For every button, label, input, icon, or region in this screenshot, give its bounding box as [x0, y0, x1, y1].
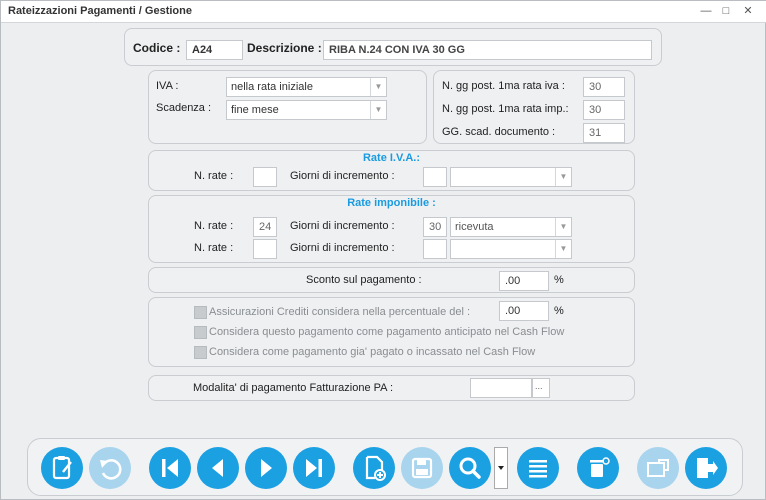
anticipato-checkbox[interactable]	[194, 326, 207, 339]
previous-record-icon	[212, 459, 223, 477]
clipboard-edit-icon	[52, 456, 72, 480]
fatturazione-panel: Modalita' di pagamento Fatturazione PA :…	[148, 375, 635, 401]
title-bar: Rateizzazioni Pagamenti / Gestione — □ ✕	[1, 1, 766, 23]
new-button[interactable]	[41, 447, 83, 489]
codice-field[interactable]: A24	[186, 40, 243, 60]
rate-imp-row1-giorni-field[interactable]: 30	[423, 217, 447, 237]
next-record-icon	[261, 459, 272, 477]
rate-imp-row2-n-rate-label: N. rate :	[194, 242, 234, 254]
gg-post-imp-label: N. gg post. 1ma rata imp.:	[442, 103, 569, 115]
search-icon	[459, 457, 481, 479]
scadenza-select-value: fine mese	[231, 104, 279, 116]
chevron-down-icon[interactable]: ▼	[555, 240, 571, 258]
sconto-field[interactable]: .00	[499, 271, 549, 291]
header-panel: Codice : A24 Descrizione : RIBA N.24 CON…	[124, 28, 662, 66]
scadenza-label: Scadenza :	[156, 102, 212, 114]
rate-imp-row2-giorni-field[interactable]	[423, 239, 447, 259]
chevron-down-icon[interactable]: ▼	[370, 101, 386, 119]
save-icon	[411, 457, 433, 479]
first-record-button[interactable]	[149, 447, 191, 489]
sconto-label: Sconto sul pagamento :	[306, 274, 422, 286]
undo-button[interactable]	[89, 447, 131, 489]
move-button[interactable]	[637, 447, 679, 489]
window-title: Rateizzazioni Pagamenti / Gestione	[8, 5, 192, 17]
pagato-checkbox[interactable]	[194, 346, 207, 359]
fatturazione-label: Modalita' di pagamento Fatturazione PA :	[193, 382, 394, 394]
caret-down-icon	[498, 466, 504, 470]
previous-record-button[interactable]	[197, 447, 239, 489]
assicurazioni-checkbox[interactable]	[194, 306, 207, 319]
rate-iva-n-rate-label: N. rate :	[194, 170, 234, 182]
move-icon	[647, 459, 669, 477]
giorni-posticipo-panel: N. gg post. 1ma rata iva : 30 N. gg post…	[433, 70, 635, 144]
gg-post-iva-field[interactable]: 30	[583, 77, 625, 97]
cash-flow-panel: Assicurazioni Crediti considera nella pe…	[148, 297, 635, 367]
rate-imp-row1-n-rate-label: N. rate :	[194, 220, 234, 232]
maximize-icon[interactable]: □	[718, 4, 734, 18]
scadenza-select[interactable]: fine mese ▼	[226, 100, 387, 120]
fatturazione-lookup-button[interactable]: ...	[532, 378, 550, 398]
list-button[interactable]	[517, 447, 559, 489]
rate-imponibile-title: Rate imponibile :	[347, 197, 436, 209]
rate-imponibile-panel: Rate imponibile : N. rate : 24 Giorni di…	[148, 195, 635, 263]
iva-scadenza-panel: IVA : nella rata iniziale ▼ Scadenza : f…	[148, 70, 427, 144]
gg-post-imp-field[interactable]: 30	[583, 100, 625, 120]
codice-label: Codice :	[133, 41, 181, 55]
search-button[interactable]	[449, 447, 491, 489]
last-record-button[interactable]	[293, 447, 335, 489]
undo-icon	[100, 459, 122, 480]
gg-post-iva-label: N. gg post. 1ma rata iva :	[442, 80, 565, 92]
exit-button[interactable]	[685, 447, 727, 489]
rate-imp-row2-giorni-label: Giorni di incremento :	[290, 242, 395, 254]
assicurazioni-unit: %	[554, 305, 564, 317]
window: Rateizzazioni Pagamenti / Gestione — □ ✕…	[0, 0, 766, 500]
search-dropdown[interactable]	[494, 447, 508, 489]
rate-iva-tipo-select[interactable]: ▼	[450, 167, 572, 187]
rate-imp-row1-n-rate-field[interactable]: 24	[253, 217, 277, 237]
iva-select[interactable]: nella rata iniziale ▼	[226, 77, 387, 97]
save-button[interactable]	[401, 447, 443, 489]
copy-record-icon	[365, 455, 386, 481]
iva-label: IVA :	[156, 80, 179, 92]
chevron-down-icon[interactable]: ▼	[555, 218, 571, 236]
rate-iva-title: Rate I.V.A.:	[362, 152, 421, 164]
sconto-panel: Sconto sul pagamento : .00 %	[148, 267, 635, 293]
rate-iva-giorni-field[interactable]	[423, 167, 447, 187]
rate-imp-row1-tipo-value: ricevuta	[455, 221, 494, 233]
pagato-label: Considera come pagamento gia' pagato o i…	[209, 346, 536, 358]
chevron-down-icon[interactable]: ▼	[555, 168, 571, 186]
rate-imp-row1-giorni-label: Giorni di incremento :	[290, 220, 395, 232]
gg-scad-field[interactable]: 31	[583, 123, 625, 143]
assicurazioni-field[interactable]: .00	[499, 301, 549, 321]
minimize-icon[interactable]: —	[698, 4, 714, 18]
chevron-down-icon[interactable]: ▼	[370, 78, 386, 96]
delete-icon	[590, 457, 610, 477]
last-record-icon	[306, 459, 322, 477]
anticipato-label: Considera questo pagamento come pagament…	[209, 326, 565, 338]
close-icon[interactable]: ✕	[740, 4, 756, 18]
rate-imp-row1-tipo-select[interactable]: ricevuta ▼	[450, 217, 572, 237]
rate-iva-panel: Rate I.V.A.: N. rate : Giorni di increme…	[148, 150, 635, 191]
list-icon	[529, 460, 547, 478]
copy-record-button[interactable]	[353, 447, 395, 489]
descrizione-field[interactable]: RIBA N.24 CON IVA 30 GG	[323, 40, 652, 60]
delete-button[interactable]	[577, 447, 619, 489]
rate-iva-giorni-label: Giorni di incremento :	[290, 170, 395, 182]
first-record-icon	[162, 459, 178, 477]
rate-imp-row2-n-rate-field[interactable]	[253, 239, 277, 259]
gg-scad-label: GG. scad. documento :	[442, 126, 556, 138]
sconto-unit: %	[554, 274, 564, 286]
fatturazione-field[interactable]	[470, 378, 532, 398]
rate-imp-row2-tipo-select[interactable]: ▼	[450, 239, 572, 259]
rate-iva-n-rate-field[interactable]	[253, 167, 277, 187]
exit-icon	[697, 458, 718, 478]
iva-select-value: nella rata iniziale	[231, 81, 313, 93]
descrizione-label: Descrizione :	[247, 41, 322, 55]
next-record-button[interactable]	[245, 447, 287, 489]
assicurazioni-label: Assicurazioni Crediti considera nella pe…	[209, 306, 471, 318]
